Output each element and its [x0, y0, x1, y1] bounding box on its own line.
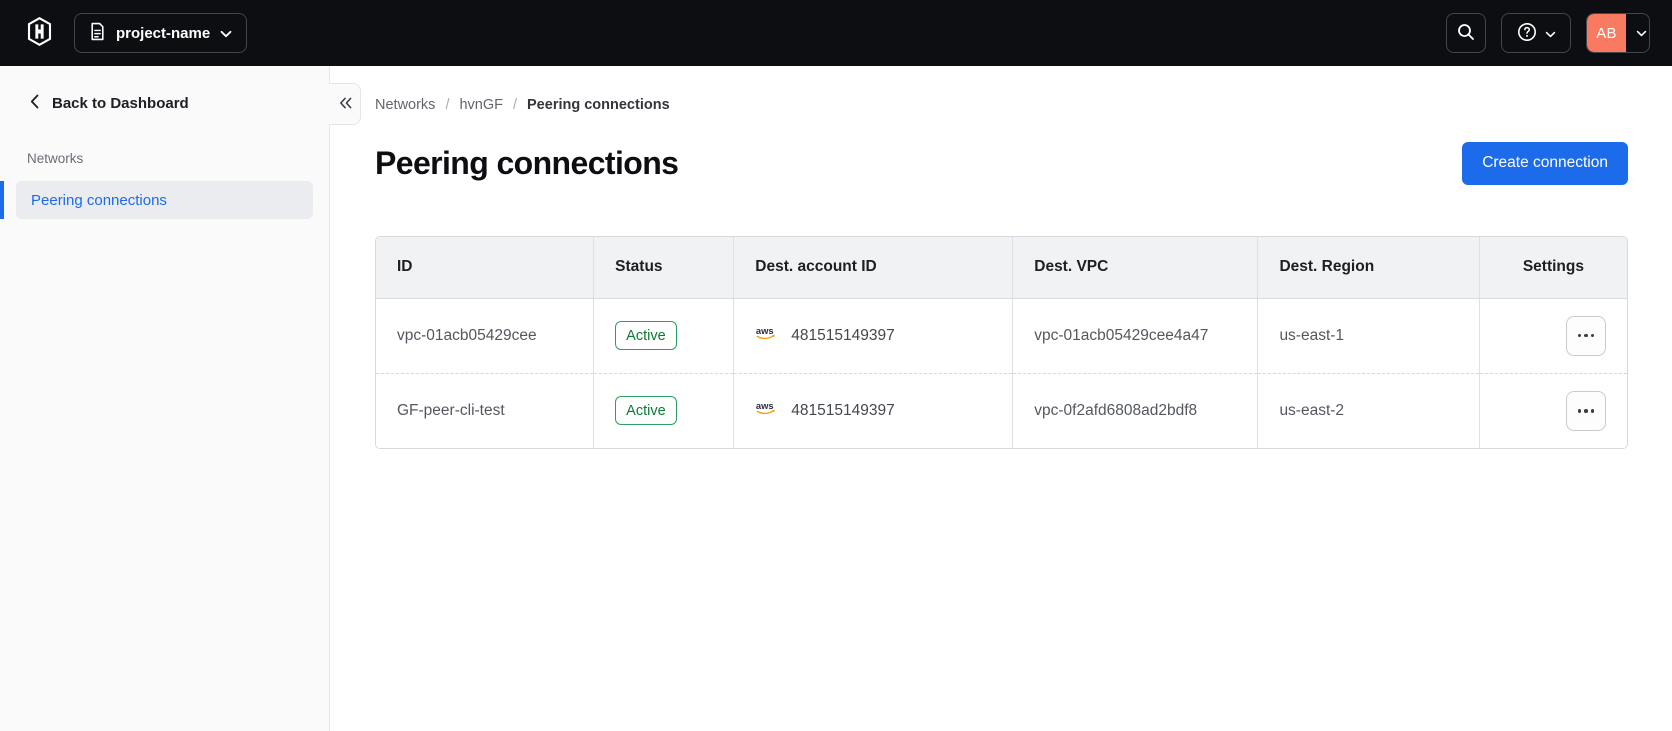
breadcrumb-separator: / — [445, 97, 450, 113]
chevron-down-icon — [1545, 26, 1556, 41]
ellipsis-icon — [1577, 409, 1595, 413]
cell-id: GF-peer-cli-test — [376, 372, 595, 448]
breadcrumb: Networks / hvnGF / Peering connections — [375, 95, 1628, 115]
sidebar-item-peering-connections[interactable]: Peering connections — [16, 181, 313, 219]
page-title: Peering connections — [375, 144, 679, 181]
breadcrumb-hvngf[interactable]: hvnGF — [459, 97, 503, 113]
status-badge: Active — [615, 321, 677, 350]
search-button[interactable] — [1446, 13, 1486, 53]
cell-dest-region: us-east-1 — [1257, 298, 1480, 373]
search-icon — [1457, 23, 1475, 44]
avatar: AB — [1587, 14, 1626, 52]
column-header-status: Status — [593, 237, 735, 299]
table-header-row: ID Status Dest. account ID Dest. VPC Des… — [376, 237, 1627, 299]
sidebar-item-label: Peering connections — [31, 191, 167, 209]
topbar-actions: AB — [1446, 13, 1650, 53]
table-row: vpc-01acb05429cee Active aws 48151514939… — [376, 298, 1627, 373]
column-header-dest-region: Dest. Region — [1257, 237, 1480, 299]
aws-icon: aws — [755, 400, 780, 421]
create-connection-button[interactable]: Create connection — [1462, 141, 1628, 185]
cell-dest-account-id: aws 481515149397 — [733, 298, 1014, 373]
hashicorp-logo[interactable] — [24, 17, 54, 49]
column-header-settings: Settings — [1479, 237, 1627, 299]
table-row: GF-peer-cli-test Active aws 481515149397… — [376, 372, 1627, 448]
hashicorp-logo-icon — [26, 17, 53, 49]
column-header-id: ID — [376, 237, 595, 299]
document-icon — [89, 22, 106, 45]
cell-status: Active — [593, 372, 735, 448]
cell-id: vpc-01acb05429cee — [376, 298, 595, 373]
account-menu-button[interactable]: AB — [1586, 13, 1650, 53]
svg-text:aws: aws — [756, 326, 774, 336]
chevron-down-icon — [220, 25, 232, 42]
svg-text:aws: aws — [756, 401, 774, 411]
help-icon — [1517, 22, 1537, 45]
chevron-down-icon — [1634, 30, 1649, 37]
chevron-left-icon — [30, 94, 39, 113]
cell-dest-region: us-east-2 — [1257, 372, 1480, 448]
cell-dest-vpc: vpc-01acb05429cee4a47 — [1012, 298, 1259, 373]
status-badge: Active — [615, 396, 677, 426]
project-switcher-label: project-name — [116, 24, 211, 42]
main-content: Networks / hvnGF / Peering connections P… — [329, 66, 1672, 731]
topbar: project-name AB — [0, 0, 1672, 66]
column-header-dest-account-id: Dest. account ID — [733, 237, 1014, 299]
account-id-value: 481515149397 — [791, 326, 895, 344]
active-item-indicator — [0, 181, 4, 219]
help-menu-button[interactable] — [1501, 13, 1571, 53]
cell-dest-vpc: vpc-0f2afd6808ad2bdf8 — [1012, 372, 1259, 448]
column-header-dest-vpc: Dest. VPC — [1012, 237, 1259, 299]
aws-icon: aws — [755, 325, 780, 346]
sidebar-section-networks: Networks — [27, 151, 84, 166]
sidebar: Back to Dashboard Networks Peering conne… — [0, 66, 330, 731]
account-id-value: 481515149397 — [791, 401, 895, 419]
back-to-dashboard-label: Back to Dashboard — [52, 94, 189, 112]
cell-dest-account-id: aws 481515149397 — [733, 372, 1014, 448]
cell-status: Active — [593, 298, 735, 373]
project-switcher-button[interactable]: project-name — [74, 13, 248, 53]
breadcrumb-networks[interactable]: Networks — [375, 97, 435, 113]
collapse-sidebar-button[interactable] — [329, 83, 361, 125]
cell-settings — [1479, 372, 1627, 448]
row-settings-button[interactable] — [1566, 315, 1606, 356]
cell-settings — [1479, 298, 1627, 373]
row-settings-button[interactable] — [1566, 390, 1606, 431]
breadcrumb-current: Peering connections — [527, 97, 670, 113]
collapse-sidebar-icon — [339, 97, 352, 112]
back-to-dashboard-link[interactable]: Back to Dashboard — [30, 91, 329, 115]
ellipsis-icon — [1577, 333, 1595, 338]
peering-connections-table: ID Status Dest. account ID Dest. VPC Des… — [375, 236, 1628, 449]
breadcrumb-separator: / — [512, 97, 518, 113]
